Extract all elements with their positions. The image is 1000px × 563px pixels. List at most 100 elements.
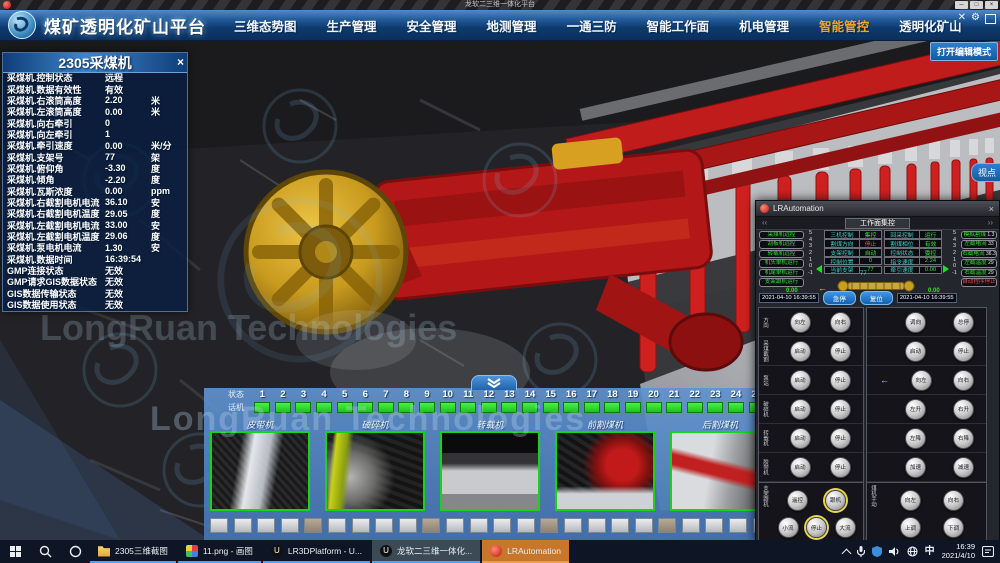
control-button[interactable]: 向右 xyxy=(943,489,964,511)
control-button[interactable]: 停止 xyxy=(953,340,974,362)
cortana-icon[interactable] xyxy=(60,540,90,563)
strip-thumb[interactable] xyxy=(516,518,535,533)
channel-number[interactable]: 7 xyxy=(376,389,397,400)
channel-number[interactable]: 9 xyxy=(417,389,438,400)
remote-mode-button[interactable]: 转载机远控 xyxy=(759,249,804,259)
control-button[interactable]: 大流 xyxy=(834,517,856,539)
control-button[interactable]: 向右 xyxy=(830,311,851,333)
restore-window-icon[interactable] xyxy=(985,14,996,24)
camera-thumbnail[interactable] xyxy=(440,431,540,511)
nav-item-生产管理[interactable]: 生产管理 xyxy=(327,16,377,35)
control-button[interactable]: 停止 xyxy=(806,517,827,539)
control-button[interactable]: 停止 xyxy=(830,427,851,449)
control-button[interactable]: 停止 xyxy=(830,369,851,391)
lra-close-icon[interactable]: × xyxy=(989,204,994,214)
channel-number[interactable]: 16 xyxy=(561,389,582,400)
channel-number[interactable]: 20 xyxy=(643,389,664,400)
control-button[interactable]: 停止 xyxy=(830,456,851,478)
strip-thumb[interactable] xyxy=(233,518,252,533)
channel-number[interactable]: 24 xyxy=(726,389,747,400)
nav-item-三维态势图[interactable]: 三维态势图 xyxy=(234,16,297,35)
remote-mode-button[interactable]: 刮板机远控 xyxy=(759,240,804,249)
control-button[interactable]: 向左 xyxy=(910,369,932,391)
strip-thumb[interactable] xyxy=(493,518,512,533)
ime-indicator[interactable]: 中 xyxy=(925,546,935,557)
channel-status-square[interactable] xyxy=(604,402,621,413)
control-button[interactable]: 减速 xyxy=(953,456,974,478)
channel-status-square[interactable] xyxy=(645,402,662,413)
control-button[interactable]: 跟机 xyxy=(825,489,846,511)
control-button[interactable]: 右升 xyxy=(953,398,974,420)
channel-number[interactable]: 6 xyxy=(355,389,376,400)
control-button[interactable]: 启动 xyxy=(789,456,811,478)
tray-expand-icon[interactable] xyxy=(841,548,852,558)
control-button[interactable]: 加速 xyxy=(905,456,926,478)
strip-thumb[interactable] xyxy=(634,518,653,533)
channel-number[interactable]: 22 xyxy=(684,389,705,400)
channel-number[interactable]: 23 xyxy=(705,389,726,400)
nav-item-机电管理[interactable]: 机电管理 xyxy=(739,16,789,35)
status-button[interactable]: 右截温度 29 xyxy=(961,268,997,278)
status-button[interactable]: 左截温度 29 xyxy=(961,259,997,268)
control-button[interactable]: 启动 xyxy=(905,340,926,362)
collapse-cameras-button[interactable] xyxy=(471,375,517,390)
channel-number[interactable]: 1 xyxy=(252,389,273,400)
control-button[interactable]: 向左 xyxy=(900,489,921,511)
channel-number[interactable]: 15 xyxy=(540,389,561,400)
strip-thumb[interactable] xyxy=(729,518,748,533)
taskbar-app[interactable]: LRAutomation xyxy=(482,540,569,563)
estop-button[interactable]: 急停 xyxy=(822,291,856,305)
taskbar-app[interactable]: U 龙软二三维一体化... xyxy=(372,540,481,563)
remote-mode-button[interactable]: 机尾单机运行 xyxy=(759,268,804,278)
shearer-panel-header[interactable]: 2305采煤机 × xyxy=(3,53,187,73)
control-button[interactable]: 右降 xyxy=(953,427,974,449)
strip-thumb[interactable] xyxy=(351,518,370,533)
channel-number[interactable]: 21 xyxy=(664,389,685,400)
reset-button[interactable]: 复位 xyxy=(859,291,893,305)
remote-mode-button[interactable]: 采煤机远控 xyxy=(759,231,804,240)
nav-item-一通三防[interactable]: 一通三防 xyxy=(567,16,617,35)
strip-thumb[interactable] xyxy=(304,518,323,533)
nav-item-透明化矿山[interactable]: 透明化矿山 xyxy=(899,16,962,35)
strip-thumb[interactable] xyxy=(563,518,582,533)
strip-thumb[interactable] xyxy=(611,518,630,533)
channel-number[interactable]: 11 xyxy=(458,389,479,400)
gear-icon[interactable]: ⚙ xyxy=(971,12,980,24)
taskbar-app[interactable]: 2305三维截图 xyxy=(90,540,176,563)
channel-number[interactable]: 5 xyxy=(334,389,355,400)
strip-thumb[interactable] xyxy=(469,518,488,533)
control-button[interactable]: 上调 xyxy=(900,517,921,539)
control-button[interactable]: 向右 xyxy=(953,369,974,391)
control-button[interactable]: 停止 xyxy=(830,340,851,362)
camera-thumbnail[interactable] xyxy=(210,431,310,511)
control-button[interactable]: 停止 xyxy=(830,398,851,420)
lra-titlebar[interactable]: LRAutomation × xyxy=(756,201,999,217)
notification-icon[interactable] xyxy=(982,546,994,557)
control-button[interactable]: 下调 xyxy=(943,517,964,539)
channel-number[interactable]: 4 xyxy=(314,389,335,400)
status-button[interactable]: 模拟割煤 1.3 xyxy=(961,231,997,240)
tab-prev-icon[interactable]: ‹‹ xyxy=(762,218,767,227)
strip-thumb[interactable] xyxy=(705,518,724,533)
nav-item-智能工作面[interactable]: 智能工作面 xyxy=(647,16,710,35)
channel-number[interactable]: 13 xyxy=(499,389,520,400)
close-button[interactable]: × xyxy=(985,1,998,9)
nav-item-安全管理[interactable]: 安全管理 xyxy=(407,16,457,35)
channel-number[interactable]: 10 xyxy=(437,389,458,400)
strip-thumb[interactable] xyxy=(422,518,441,533)
strip-thumb[interactable] xyxy=(280,518,299,533)
control-button[interactable]: 启动 xyxy=(789,369,811,391)
channel-number[interactable]: 2 xyxy=(273,389,294,400)
strip-thumb[interactable] xyxy=(587,518,606,533)
control-button[interactable]: 向左 xyxy=(789,311,811,333)
tab-workface-control[interactable]: 工作面集控 xyxy=(845,217,910,229)
strip-thumb[interactable] xyxy=(398,518,417,533)
status-button[interactable]: 自动程序停止 xyxy=(961,278,997,287)
strip-thumb[interactable] xyxy=(445,518,464,533)
control-button[interactable]: 小流 xyxy=(777,517,799,539)
channel-number[interactable]: 17 xyxy=(582,389,603,400)
strip-thumb[interactable] xyxy=(658,518,677,533)
strip-thumb[interactable] xyxy=(540,518,559,533)
control-button[interactable]: 左升 xyxy=(905,398,926,420)
viewpoint-tab[interactable]: 视点 xyxy=(970,163,1000,182)
